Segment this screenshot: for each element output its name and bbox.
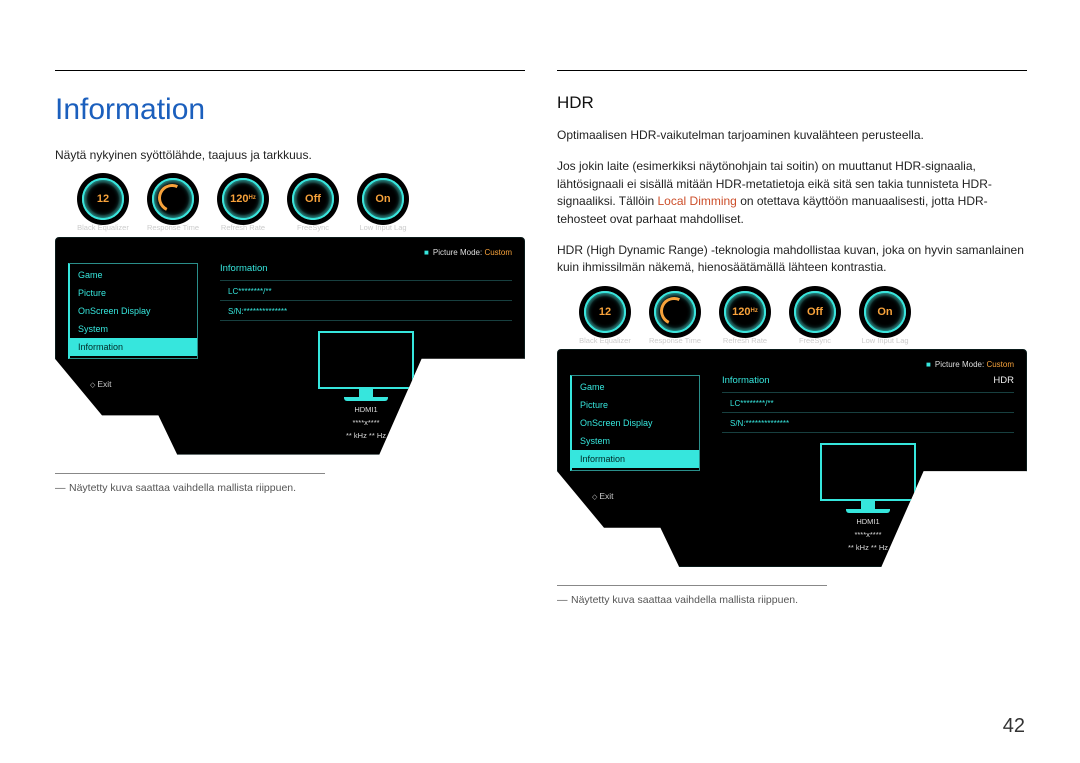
picture-mode-line: ■Picture Mode: Custom bbox=[68, 248, 512, 257]
section-title-information: Information bbox=[55, 93, 525, 127]
right-desc2: Jos jokin laite (esimerkiksi näytönohjai… bbox=[557, 158, 1027, 228]
dial-refresh-rate: 120HzRefresh Rate bbox=[213, 178, 273, 232]
nav-item-system[interactable]: System bbox=[572, 432, 699, 450]
info-title: Information bbox=[220, 263, 268, 274]
right-desc3: HDR (High Dynamic Range) -teknologia mah… bbox=[557, 242, 1027, 277]
left-desc: Näytä nykyinen syöttölähde, taajuus ja t… bbox=[55, 147, 525, 164]
osd-nav-r[interactable]: GamePictureOnScreen DisplaySystemInforma… bbox=[570, 375, 700, 471]
info-serial: S/N:************** bbox=[220, 304, 512, 317]
nav-item-picture[interactable]: Picture bbox=[70, 284, 197, 302]
info-hdr-label: HDR bbox=[993, 375, 1014, 386]
section-title-hdr: HDR bbox=[557, 93, 1027, 113]
dial-low-input-lag: OnLow Input Lag bbox=[353, 178, 413, 232]
dial-low-input-lag: OnLow Input Lag bbox=[855, 291, 915, 345]
dial-black-equalizer: 12Black Equalizer bbox=[575, 291, 635, 345]
osd-panel-right: 12Black EqualizerResponse Time120HzRefre… bbox=[557, 291, 1027, 567]
left-footnote: ―Näytetty kuva saattaa vaihdella mallist… bbox=[55, 482, 525, 496]
nav-item-picture[interactable]: Picture bbox=[572, 396, 699, 414]
dial-response-time: Response Time bbox=[143, 178, 203, 232]
info-title-r: Information bbox=[722, 375, 770, 386]
nav-item-system[interactable]: System bbox=[70, 320, 197, 338]
nav-item-information[interactable]: Information bbox=[572, 450, 699, 468]
dial-black-equalizer: 12Black Equalizer bbox=[73, 178, 133, 232]
dial-response-time: Response Time bbox=[645, 291, 705, 345]
picture-mode-line-r: ■Picture Mode: Custom bbox=[570, 360, 1014, 369]
info-model-r: LC********/** bbox=[722, 396, 1014, 409]
nav-item-game[interactable]: Game bbox=[572, 378, 699, 396]
monitor-icon: HDMI1 ****x**** ** kHz ** Hz bbox=[317, 331, 415, 440]
osd-panel-left: 12Black EqualizerResponse Time120HzRefre… bbox=[55, 178, 525, 454]
right-footnote: ―Näytetty kuva saattaa vaihdella mallist… bbox=[557, 594, 1027, 608]
nav-item-onscreen-display[interactable]: OnScreen Display bbox=[70, 302, 197, 320]
dial-refresh-rate: 120HzRefresh Rate bbox=[715, 291, 775, 345]
page-number: 42 bbox=[1003, 715, 1025, 738]
monitor-icon-r: HDMI1 ****x**** ** kHz ** Hz bbox=[819, 443, 917, 552]
dial-freesync: OffFreeSync bbox=[785, 291, 845, 345]
nav-item-onscreen-display[interactable]: OnScreen Display bbox=[572, 414, 699, 432]
nav-item-game[interactable]: Game bbox=[70, 266, 197, 284]
exit-hint: Exit bbox=[90, 379, 198, 389]
dial-freesync: OffFreeSync bbox=[283, 178, 343, 232]
info-model: LC********/** bbox=[220, 284, 512, 297]
osd-nav[interactable]: GamePictureOnScreen DisplaySystemInforma… bbox=[68, 263, 198, 359]
nav-item-information[interactable]: Information bbox=[70, 338, 197, 356]
info-serial-r: S/N:************** bbox=[722, 416, 1014, 429]
exit-hint-r: Exit bbox=[592, 491, 700, 501]
right-desc1: Optimaalisen HDR-vaikutelman tarjoaminen… bbox=[557, 127, 1027, 144]
